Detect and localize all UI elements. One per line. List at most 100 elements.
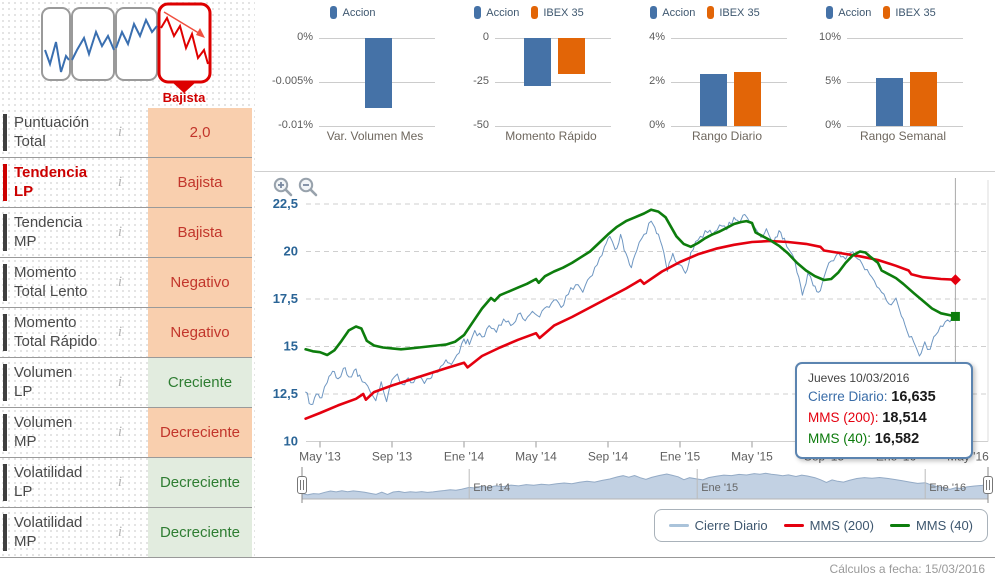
navigator-area xyxy=(301,472,989,500)
zoom-in-button[interactable] xyxy=(272,176,294,198)
y-axis-label: 12,5 xyxy=(273,386,298,401)
indicator-label: Volumen MP xyxy=(14,413,73,450)
legend-item-cierre-diario[interactable]: Cierre Diario xyxy=(668,518,768,533)
indicator-row-tendencia-lp[interactable]: Tendencia LP i Bajista xyxy=(0,158,252,208)
thumbnail-4-selected[interactable] xyxy=(157,2,212,84)
indicator-label: Puntuación Total xyxy=(14,113,90,150)
thumbnail-2[interactable] xyxy=(71,7,115,81)
legend-item[interactable]: Accion xyxy=(474,6,519,19)
y-tick-label: 5% xyxy=(825,75,841,87)
gridline xyxy=(495,38,611,39)
tooltip-value-mms40: 16,582 xyxy=(874,431,920,448)
legend-item[interactable]: Accion xyxy=(330,6,376,19)
legend-item[interactable]: IBEX 35 xyxy=(883,6,936,19)
gridline xyxy=(847,126,963,127)
tooltip-label-mms40: MMS (40): xyxy=(808,431,872,447)
legend-item[interactable]: IBEX 35 xyxy=(707,6,760,19)
zoom-out-button[interactable] xyxy=(297,176,319,198)
info-icon[interactable]: i xyxy=(110,224,130,241)
thumbnail-1[interactable] xyxy=(41,7,71,81)
info-icon[interactable]: i xyxy=(110,274,130,291)
legend-label: Cierre Diario xyxy=(694,518,768,533)
marker-square xyxy=(950,311,960,321)
info-icon[interactable]: i xyxy=(110,474,130,491)
y-axis-label: 17,5 xyxy=(273,291,298,306)
legend-swatch xyxy=(707,6,715,19)
range-navigator[interactable]: Ene '14 Ene '15 Ene '16 xyxy=(258,467,995,507)
indicator-row-volumen-lp[interactable]: Volumen LP i Creciente xyxy=(0,358,252,408)
navigator-label: Ene '14 xyxy=(473,482,510,494)
stock-analysis-app: Bajista Puntuación Total i 2,0 Tendencia L… xyxy=(0,0,995,584)
legend-label: Accion xyxy=(486,6,520,19)
trend-thumbnails[interactable]: Bajista xyxy=(0,0,255,106)
indicator-value: Decreciente xyxy=(148,458,252,507)
mini-chart-title: Rango Diario xyxy=(691,129,763,143)
gridline xyxy=(319,126,435,127)
indicator-row-tendencia-mp[interactable]: Tendencia MP i Bajista xyxy=(0,208,252,258)
y-tick-label: -50 xyxy=(473,119,489,131)
legend-label: Accion xyxy=(342,6,376,19)
info-icon[interactable]: i xyxy=(110,324,130,341)
legend-swatch-mms200 xyxy=(783,524,804,527)
navigator-handle-right[interactable] xyxy=(983,476,993,494)
indicator-table: Puntuación Total i 2,0 Tendencia LP i Baji… xyxy=(0,108,252,558)
indicator-row-volatilidad-lp[interactable]: Volatilidad LP i Decreciente xyxy=(0,458,252,508)
legend-label: IBEX 35 xyxy=(543,6,584,19)
indicator-row-volumen-mp[interactable]: Volumen MP i Decreciente xyxy=(0,408,252,458)
info-icon[interactable]: i xyxy=(110,524,130,541)
indicator-value: Negativo xyxy=(148,258,252,307)
y-tick-label: -0.01% xyxy=(278,119,313,131)
y-tick-label: 0% xyxy=(297,31,313,43)
indicator-row-volatilidad-mp[interactable]: Volatilidad MP i Decreciente xyxy=(0,508,252,558)
y-tick-label: -25 xyxy=(473,75,489,87)
footer-bar: Cálculos a fecha: 15/03/2016 xyxy=(0,557,995,584)
legend-item[interactable]: Accion xyxy=(650,6,695,19)
row-accent-bar xyxy=(3,264,7,301)
row-accent-bar xyxy=(3,464,7,501)
legend-item-mms-200[interactable]: MMS (200) xyxy=(783,518,874,533)
bar-accion xyxy=(875,78,903,126)
indicator-value: Bajista xyxy=(148,158,252,207)
bar-ibex-35 xyxy=(733,72,761,126)
row-accent-bar xyxy=(3,314,7,351)
zoom-out-icon xyxy=(298,177,318,197)
y-axis-label: 20 xyxy=(284,244,298,259)
thumbnail-3[interactable] xyxy=(115,7,158,81)
indicator-value: Creciente xyxy=(148,358,252,407)
legend-item-mms-40[interactable]: MMS (40) xyxy=(889,518,973,533)
legend-label: Accion xyxy=(662,6,696,19)
legend-item[interactable]: IBEX 35 xyxy=(531,6,584,19)
legend-item[interactable]: Accion xyxy=(826,6,871,19)
x-axis-label: Ene '15 xyxy=(660,450,701,464)
indicator-label: Momento Total Lento xyxy=(14,263,88,300)
y-tick-label: 10% xyxy=(818,31,841,43)
info-icon[interactable]: i xyxy=(110,374,130,391)
legend-label: MMS (200) xyxy=(809,518,874,533)
bar-ibex-35 xyxy=(909,72,937,126)
row-accent-bar xyxy=(3,514,7,551)
tooltip-label-mms200: MMS (200): xyxy=(808,410,879,426)
legend-swatch xyxy=(330,6,338,19)
row-accent-bar xyxy=(3,364,7,401)
row-accent-bar xyxy=(3,414,7,451)
gridline xyxy=(671,82,787,83)
navigator-handle-left[interactable] xyxy=(297,476,307,494)
gridline xyxy=(495,126,611,127)
y-tick-label: 0% xyxy=(649,119,665,131)
chart-tooltip: Jueves 10/03/2016 Cierre Diario: 16,635 … xyxy=(795,362,973,460)
mini-chart-rango-diario: Accion IBEX 35 4% 2% 0% Rango Diario xyxy=(617,0,793,152)
y-axis-label: 22,5 xyxy=(273,196,298,211)
row-accent-bar xyxy=(3,164,7,201)
info-icon[interactable]: i xyxy=(110,174,130,191)
info-icon[interactable]: i xyxy=(110,124,130,141)
row-accent-bar xyxy=(3,114,7,151)
x-axis-label: May '14 xyxy=(515,450,557,464)
y-tick-label: 0% xyxy=(825,119,841,131)
mini-chart-legend: Accion IBEX 35 xyxy=(617,6,793,19)
indicator-row-momento-total-rapido[interactable]: Momento Total Rápido i Negativo xyxy=(0,308,252,358)
indicator-label: Momento Total Rápido xyxy=(14,313,98,350)
indicator-row-momento-total-lento[interactable]: Momento Total Lento i Negativo xyxy=(0,258,252,308)
info-icon[interactable]: i xyxy=(110,424,130,441)
chart-zoom-controls xyxy=(272,176,319,198)
indicator-row-puntuacion-total[interactable]: Puntuación Total i 2,0 xyxy=(0,108,252,158)
